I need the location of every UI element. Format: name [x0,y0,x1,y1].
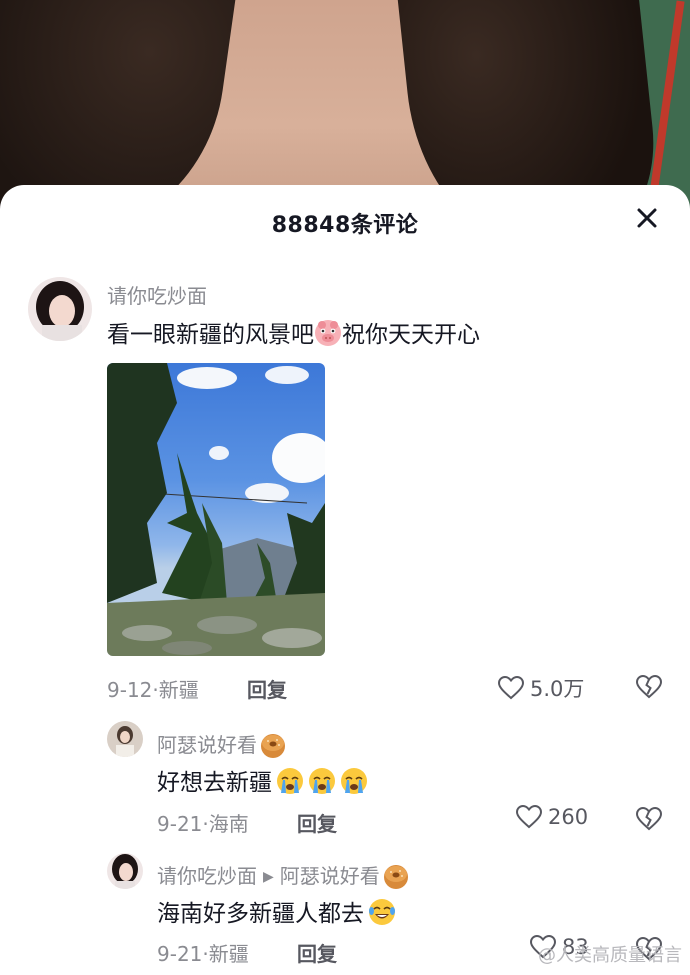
reply-location: 新疆 [208,942,249,966]
dislike-button[interactable] [635,806,663,831]
background-hair-left [0,0,239,210]
avatar[interactable] [28,277,92,341]
reply-arrow-icon: ▶ [263,869,274,885]
bagel-emoji [382,862,408,889]
reply-text-part: 海南好多新疆人都去 [157,901,364,927]
pig-face-emoji [314,319,342,347]
video-background [0,0,690,210]
reply-button[interactable]: 回复 [247,674,287,703]
crying-face-emoji [308,767,336,795]
weibo-watermark: @人类高质量语言 [538,945,682,966]
reply-meta: 9-21·海南 [157,808,249,837]
heart-icon [516,805,542,829]
bagel-emoji [259,731,285,758]
reply-username[interactable]: 阿瑟说好看 [157,729,285,758]
reply-location: 海南 [208,812,249,836]
reply-text[interactable]: 好想去新疆 [157,763,368,797]
comment-username[interactable]: 请你吃炒面 [107,280,207,309]
reply-avatar[interactable] [107,853,143,889]
broken-heart-icon [635,806,663,831]
close-icon [637,208,657,228]
reply-date: 9-21· [157,812,209,836]
like-count: 5.0万 [530,677,585,701]
reply-username-text: 请你吃炒面 [157,864,257,888]
comment-text[interactable]: 看一眼新疆的风景吧 祝你天天开心 [107,315,480,349]
reply-button[interactable]: 回复 [297,808,337,837]
reply-avatar[interactable] [107,721,143,757]
close-button[interactable] [632,203,662,233]
reply-date: 9-21· [157,942,209,966]
heart-icon [498,676,524,700]
comment-text-part: 看一眼新疆的风景吧 [107,322,314,348]
tears-of-joy-emoji [368,898,396,926]
comment-location: 新疆 [158,678,199,702]
comment-sheet: 88848条评论 请你吃炒面 看一眼新疆的风景吧 祝你天天开心 9-12·新疆 … [0,185,690,975]
landscape-photo [107,363,325,656]
reply-button[interactable]: 回复 [297,938,337,967]
like-count: 260 [548,805,589,829]
reply-text[interactable]: 海南好多新疆人都去 [157,894,396,928]
reply-text-part: 好想去新疆 [157,770,272,796]
comment-image[interactable] [107,363,325,656]
comment-text-part: 祝你天天开心 [342,322,480,348]
crying-face-emoji [340,767,368,795]
reply-meta: 9-21·新疆 [157,938,249,967]
dislike-button[interactable] [635,674,663,699]
reply-username-text: 阿瑟说好看 [157,733,257,757]
background-hair-right [394,0,666,210]
crying-face-emoji [276,767,304,795]
comment-count-title: 88848条评论 [271,213,419,238]
like-button[interactable]: 5.0万 [498,673,584,703]
comment-meta: 9-12·新疆 [107,674,199,703]
like-button[interactable]: 260 [516,805,588,829]
reply-to-username: 阿瑟说好看 [279,864,380,888]
comment-date: 9-12· [107,678,159,702]
broken-heart-icon [635,674,663,699]
reply-username[interactable]: 请你吃炒面 ▶ 阿瑟说好看 [157,860,408,889]
